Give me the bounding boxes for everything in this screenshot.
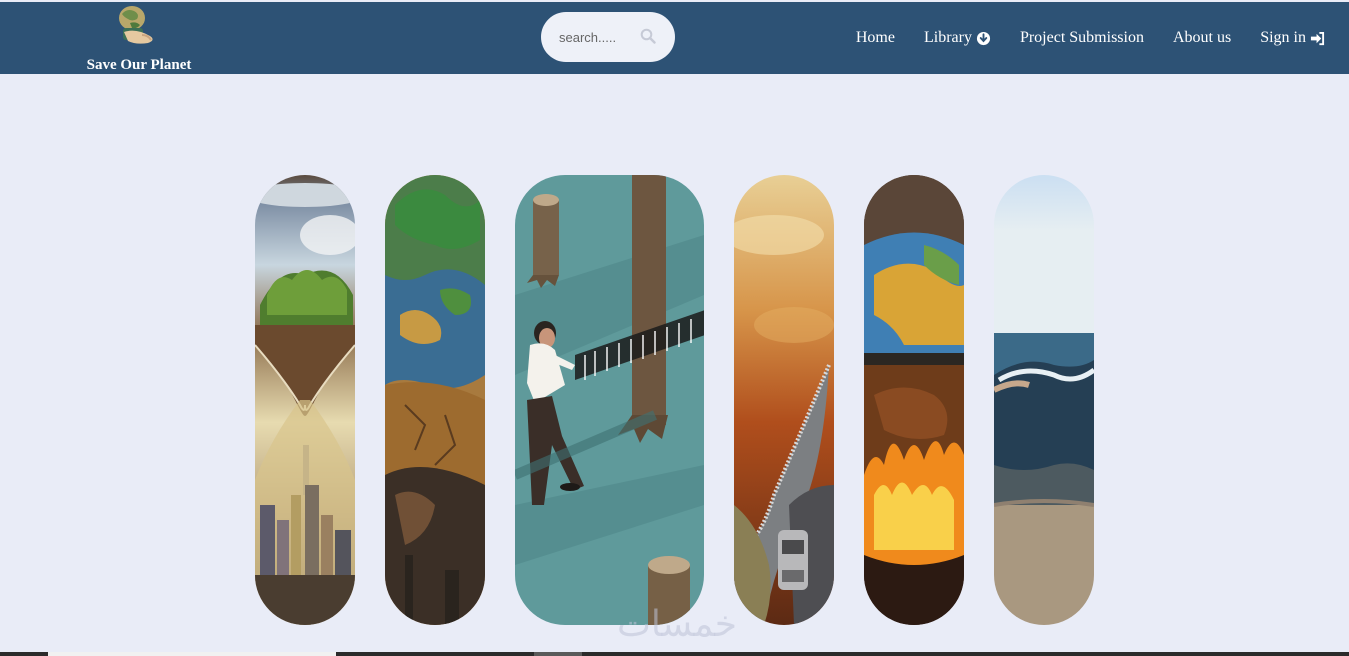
- nav-project-submission[interactable]: Project Submission: [1020, 26, 1144, 50]
- gallery-panel-barcode-forest[interactable]: [515, 175, 704, 625]
- cracked-earth-image: [385, 175, 485, 625]
- watermark: خمسات: [616, 604, 738, 645]
- brand-name: Save Our Planet: [86, 57, 192, 73]
- gallery-panel-hourglass[interactable]: [255, 175, 355, 625]
- sign-in-icon: [1310, 31, 1325, 45]
- nav-about-us-label: About us: [1172, 29, 1232, 46]
- nav-library[interactable]: Library: [924, 26, 991, 50]
- nav-project-submission-label: Project Submission: [1019, 29, 1144, 46]
- nav-sign-in[interactable]: Sign in: [1260, 26, 1325, 50]
- navbar: Save Our Planet Home Library Project Sub…: [0, 2, 1349, 74]
- nav-sign-in-label: Sign in: [1260, 29, 1306, 46]
- barcode-forest-image: [515, 175, 704, 625]
- nav-library-label: Library: [923, 29, 972, 46]
- hourglass-earth-image: [255, 175, 355, 625]
- nav-about-us[interactable]: About us: [1173, 26, 1231, 50]
- nav-home-label: Home: [855, 29, 895, 46]
- globe-in-hand-icon: [119, 6, 153, 44]
- gallery-panel-zipper[interactable]: [734, 175, 834, 625]
- scrollbar-thumb[interactable]: [48, 652, 336, 656]
- brand-logo[interactable]: Save Our Planet: [80, 4, 200, 74]
- search-input[interactable]: [559, 27, 639, 47]
- burning-globe-image: [864, 175, 964, 625]
- arrow-circle-down-icon: [976, 31, 991, 45]
- zipper-landscape-image: [734, 175, 834, 625]
- main-nav: Home Library Project Submission About us…: [856, 26, 1325, 50]
- search-icon[interactable]: [640, 28, 656, 44]
- image-gallery: [0, 175, 1349, 625]
- search-box: [541, 12, 675, 62]
- ocean-wave-image: [994, 175, 1094, 625]
- gallery-panel-burning-globe[interactable]: [864, 175, 964, 625]
- nav-home[interactable]: Home: [856, 26, 895, 50]
- scrollbar-marker: [534, 652, 582, 656]
- gallery-panel-cracked-earth[interactable]: [385, 175, 485, 625]
- gallery-panel-ocean-wave[interactable]: [994, 175, 1094, 625]
